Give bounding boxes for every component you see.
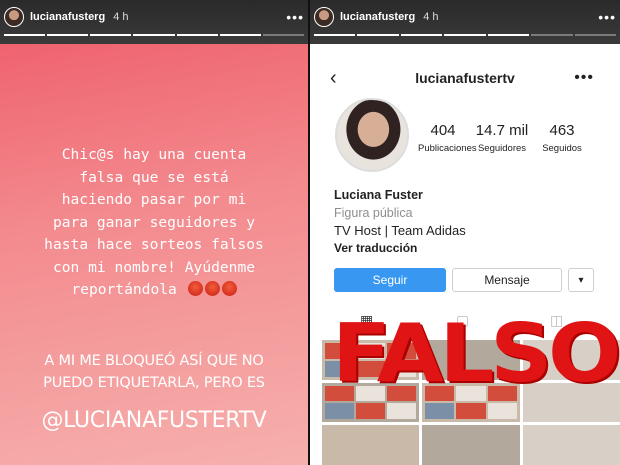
profile-bio: TV Host | Team Adidas (334, 223, 466, 238)
more-icon[interactable]: ••• (286, 9, 304, 25)
profile-nav: ‹ lucianafustertv ••• (310, 60, 620, 96)
story-time: 4 h (113, 11, 129, 23)
stat-posts[interactable]: 404 Publicaciones (418, 122, 477, 154)
story-mention[interactable]: @LUCIANAFUSTERTV (0, 408, 308, 433)
story-message: Chic@s hay una cuenta falsa que se está … (8, 144, 300, 302)
profile-category: Figura pública (334, 206, 413, 220)
angry-emoji-icon (186, 279, 237, 302)
follow-button[interactable]: Seguir (334, 268, 446, 292)
more-icon[interactable]: ••• (574, 69, 594, 87)
right-story-panel: lucianafusterg 4 h ••• ‹ lucianafustertv… (310, 0, 620, 465)
story-progress (314, 34, 616, 36)
story-header: lucianafusterg 4 h ••• (4, 6, 304, 28)
story-progress (4, 34, 304, 36)
story-subtext: A MI ME BLOQUEÓ ASÍ QUE NO PUEDO ETIQUET… (43, 353, 265, 391)
fake-stamp: FALSO (332, 307, 620, 400)
left-story-panel: lucianafusterg 4 h ••• Chic@s hay una cu… (0, 0, 308, 465)
avatar[interactable] (4, 7, 24, 27)
story-time: 4 h (423, 11, 439, 23)
more-icon[interactable]: ••• (598, 9, 616, 25)
story-header: lucianafusterg 4 h ••• (314, 6, 616, 28)
story-username[interactable]: lucianafusterg (340, 11, 415, 23)
stat-followers[interactable]: 14.7 mil Seguidores (472, 122, 532, 154)
message-button[interactable]: Mensaje (452, 268, 562, 292)
story-username[interactable]: lucianafusterg (30, 11, 105, 23)
avatar[interactable] (314, 7, 334, 27)
grid-post[interactable] (322, 425, 420, 465)
chevron-down-icon[interactable]: ▾ (568, 268, 594, 292)
profile-name: Luciana Fuster (334, 188, 423, 202)
grid-post[interactable] (422, 425, 520, 465)
stat-following[interactable]: 463 Seguidos (534, 122, 590, 154)
grid-post[interactable] (522, 425, 620, 465)
profile-avatar[interactable] (335, 98, 409, 172)
translate-link[interactable]: Ver traducción (334, 241, 417, 255)
